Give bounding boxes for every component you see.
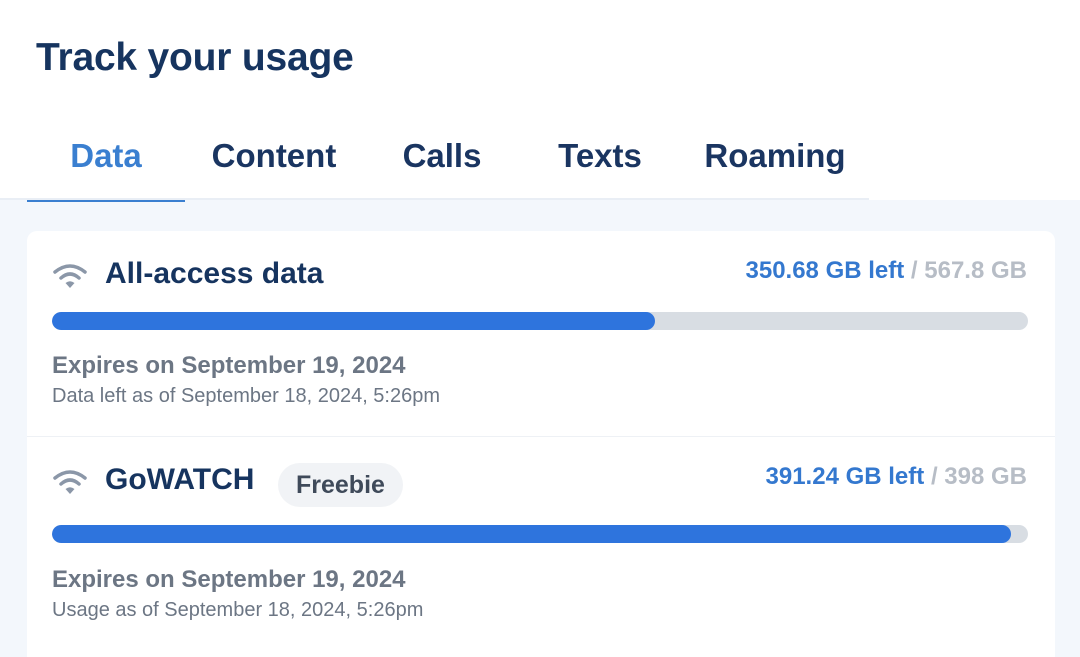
tab-label: Calls (402, 137, 482, 174)
usage-progress-bar (52, 525, 1028, 543)
header: Track your usage Data Content Calls Text… (0, 0, 1080, 202)
usage-progress-bar (52, 312, 1028, 330)
usage-progress-fill (52, 525, 1012, 543)
amount-left: 391.24 GB left (765, 463, 925, 490)
wifi-icon (53, 470, 87, 494)
tab-label: Texts (558, 137, 642, 174)
usage-card: All-access data 350.68 GB left / 567.8 G… (27, 231, 1055, 657)
expiry-date: Expires on September 19, 2024 (52, 566, 406, 593)
usage-item-name: GoWATCH (105, 463, 255, 496)
tab-data[interactable]: Data (27, 110, 185, 202)
amount-left: 350.68 GB left (745, 257, 905, 284)
tab-roaming[interactable]: Roaming (687, 110, 863, 202)
usage-page: Track your usage Data Content Calls Text… (0, 0, 1080, 657)
usage-item-all-access-data[interactable]: All-access data 350.68 GB left / 567.8 G… (27, 231, 1055, 436)
amount-total: 398 GB (944, 463, 1027, 490)
usage-as-of: Usage as of September 18, 2024, 5:26pm (52, 599, 424, 621)
usage-tabs: Data Content Calls Texts Roaming (27, 110, 869, 202)
freebie-badge: Freebie (278, 463, 403, 507)
usage-amount: 350.68 GB left / 567.8 GB (746, 257, 1028, 285)
usage-amount: 391.24 GB left / 398 GB (766, 463, 1027, 491)
usage-item-name: All-access data (105, 257, 324, 290)
tab-label: Data (70, 137, 142, 174)
tabs-divider (0, 198, 869, 200)
usage-progress-fill (52, 312, 655, 330)
tab-texts[interactable]: Texts (527, 110, 673, 202)
usage-item-gowatch[interactable]: GoWATCH Freebie 391.24 GB left / 398 GB … (27, 437, 1055, 657)
tab-label: Content (211, 137, 337, 174)
amount-total: 567.8 GB (924, 257, 1027, 284)
expiry-date: Expires on September 19, 2024 (52, 352, 406, 379)
tab-calls[interactable]: Calls (371, 110, 513, 202)
page-title: Track your usage (36, 36, 354, 79)
tab-content[interactable]: Content (191, 110, 357, 202)
tab-label: Roaming (704, 137, 846, 174)
amount-separator: / (910, 257, 918, 284)
wifi-icon (53, 264, 87, 288)
usage-as-of: Data left as of September 18, 2024, 5:26… (52, 385, 441, 407)
amount-separator: / (930, 463, 938, 490)
